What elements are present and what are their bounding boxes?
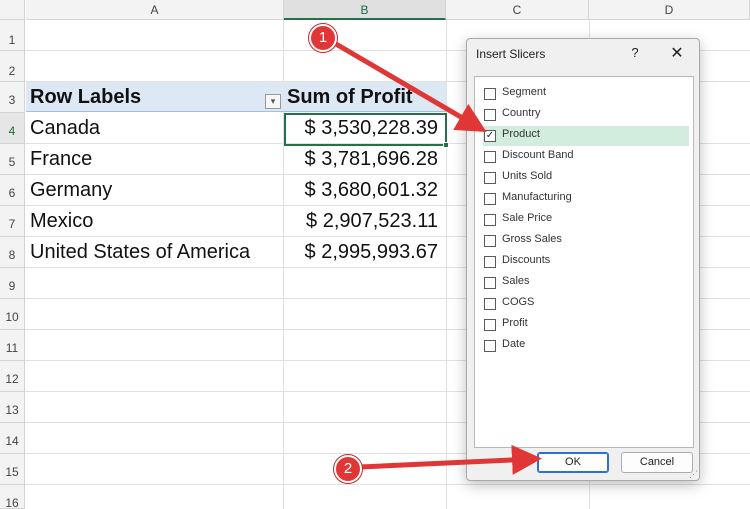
slicer-option-sale-price[interactable]: Sale Price [483, 210, 689, 230]
row-header-3[interactable]: 3 [0, 82, 25, 113]
row-header-4[interactable]: 4 [0, 113, 25, 144]
cancel-button[interactable]: Cancel [621, 452, 693, 473]
checkbox[interactable] [484, 319, 496, 331]
resize-grip-icon[interactable]: ⋰ [689, 469, 698, 480]
slicer-option-label: Country [502, 107, 541, 119]
column-header-a[interactable]: A [26, 0, 284, 20]
checkbox[interactable] [484, 298, 496, 310]
slicer-option-label: Sale Price [502, 212, 553, 224]
slicer-option-label: Discount Band [502, 149, 574, 161]
pivot-row-value[interactable]: $ 3,680,601.32 [284, 179, 438, 202]
slicer-option-label: Profit [502, 317, 528, 329]
slicer-option-label: Units Sold [502, 170, 553, 182]
slicer-option-cogs[interactable]: COGS [483, 294, 689, 314]
insert-slicers-dialog: Insert Slicers ? ✕ Segment Country ✓ Prod… [466, 38, 700, 481]
row-header-12[interactable]: 12 [0, 361, 25, 392]
checkbox[interactable] [484, 109, 496, 121]
slicer-option-gross-sales[interactable]: Gross Sales [483, 231, 689, 251]
slicer-option-date[interactable]: Date [483, 336, 689, 356]
filter-dropdown-icon[interactable]: ▾ [265, 94, 281, 109]
slicer-option-segment[interactable]: Segment [483, 84, 689, 104]
checkbox[interactable] [484, 193, 496, 205]
checkbox[interactable] [484, 277, 496, 289]
ok-button[interactable]: OK [537, 452, 609, 473]
help-icon[interactable]: ? [625, 43, 645, 63]
row-header-8[interactable]: 8 [0, 237, 25, 268]
slicer-option-discounts[interactable]: Discounts [483, 252, 689, 272]
row-header-11[interactable]: 11 [0, 330, 25, 361]
row-header-1[interactable]: 1 [0, 20, 25, 51]
column-header-b[interactable]: B [284, 0, 446, 20]
checkbox[interactable] [484, 214, 496, 226]
pivot-row-value[interactable]: $ 2,907,523.11 [284, 210, 438, 233]
checkbox[interactable] [484, 256, 496, 268]
slicer-field-list: Segment Country ✓ Product Discount Band U… [474, 76, 694, 448]
active-cell-selection [284, 113, 447, 146]
slicer-option-manufacturing[interactable]: Manufacturing [483, 189, 689, 209]
slicer-option-label: Date [502, 338, 526, 350]
step-1-badge: 1 [309, 24, 337, 52]
row-header-15[interactable]: 15 [0, 454, 25, 485]
checkbox[interactable] [484, 235, 496, 247]
checkbox[interactable] [484, 340, 496, 352]
slicer-option-country[interactable]: Country [483, 105, 689, 125]
slicer-option-profit[interactable]: Profit [483, 315, 689, 335]
slicer-option-label: COGS [502, 296, 535, 308]
row-header-2[interactable]: 2 [0, 51, 25, 82]
slicer-option-label: Gross Sales [502, 233, 562, 245]
fill-handle[interactable] [443, 142, 449, 148]
column-header-c[interactable]: C [446, 0, 589, 20]
pivot-header-row-labels[interactable]: Row Labels [30, 86, 141, 109]
slicer-option-units-sold[interactable]: Units Sold [483, 168, 689, 188]
row-header-7[interactable]: 7 [0, 206, 25, 237]
slicer-option-label: Segment [502, 86, 547, 98]
row-header-5[interactable]: 5 [0, 144, 25, 175]
row-header-16[interactable]: 16 [0, 485, 25, 509]
pivot-row-value[interactable]: $ 2,995,993.67 [284, 241, 438, 264]
row-header-6[interactable]: 6 [0, 175, 25, 206]
pivot-row-label[interactable]: France [30, 148, 92, 171]
slicer-option-label: Sales [502, 275, 530, 287]
checkbox[interactable] [484, 172, 496, 184]
pivot-row-label[interactable]: Germany [30, 179, 112, 202]
slicer-option-sales[interactable]: Sales [483, 273, 689, 293]
close-icon[interactable]: ✕ [666, 43, 688, 65]
pivot-header-sum-of-profit[interactable]: Sum of Profit [287, 86, 413, 109]
select-all-corner[interactable] [0, 0, 25, 20]
pivot-row-label[interactable]: Mexico [30, 210, 93, 233]
checkbox[interactable] [484, 88, 496, 100]
checkmark-icon[interactable]: ✓ [484, 130, 496, 142]
step-2-badge: 2 [334, 455, 362, 483]
row-header-13[interactable]: 13 [0, 392, 25, 423]
row-header-10[interactable]: 10 [0, 299, 25, 330]
slicer-option-discount-band[interactable]: Discount Band [483, 147, 689, 167]
slicer-option-label: Discounts [502, 254, 551, 266]
row-header-9[interactable]: 9 [0, 268, 25, 299]
row-header-14[interactable]: 14 [0, 423, 25, 454]
pivot-row-label[interactable]: United States of America [30, 241, 250, 264]
slicer-option-label: Manufacturing [502, 191, 572, 203]
slicer-option-label: Product [502, 128, 540, 140]
slicer-option-product[interactable]: ✓ Product [483, 126, 689, 146]
dialog-title: Insert Slicers [476, 47, 546, 61]
checkbox[interactable] [484, 151, 496, 163]
pivot-row-value[interactable]: $ 3,781,696.28 [284, 148, 438, 171]
pivot-row-label[interactable]: Canada [30, 117, 100, 140]
column-header-d[interactable]: D [589, 0, 750, 20]
